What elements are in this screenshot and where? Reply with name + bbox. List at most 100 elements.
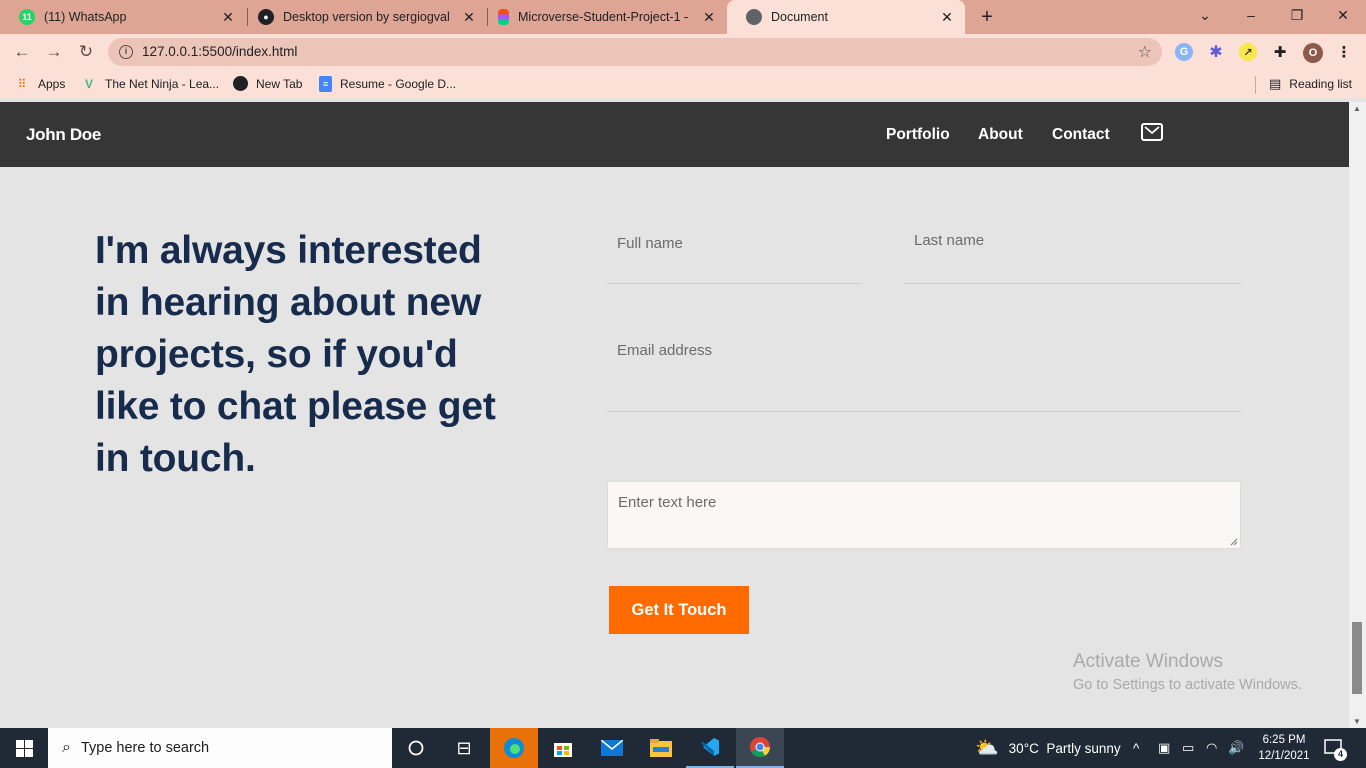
tab-whatsapp[interactable]: 11 (11) WhatsApp ✕ — [0, 0, 246, 34]
cortana-icon[interactable] — [392, 728, 440, 768]
nav-contact[interactable]: Contact — [1052, 126, 1110, 144]
email-input[interactable] — [617, 342, 1188, 359]
bookmark-apps[interactable]: ⠿ Apps — [14, 76, 66, 92]
file-explorer-icon[interactable] — [637, 728, 685, 768]
forward-icon[interactable]: → — [44, 42, 64, 62]
site-info-icon[interactable]: i — [119, 45, 133, 59]
watermark-subtitle: Go to Settings to activate Windows. — [1073, 677, 1302, 693]
bookmark-star-icon[interactable]: ☆ — [1138, 42, 1152, 62]
site-header: John Doe Portfolio About Contact — [0, 102, 1349, 167]
meet-now-icon[interactable]: ▣ — [1158, 728, 1170, 768]
tab-title: Microverse-Student-Project-1 – F — [518, 10, 688, 24]
nav-portfolio[interactable]: Portfolio — [886, 126, 950, 144]
tab-title: Desktop version by sergiogval · P — [283, 10, 453, 24]
globe-icon — [746, 9, 762, 25]
browser-tab-strip: 11 (11) WhatsApp ✕ ● Desktop version by … — [0, 0, 1366, 34]
mail-icon[interactable] — [1141, 123, 1163, 141]
bookmarks-bar: ⠿ Apps V The Net Ninja - Lea... New Tab … — [0, 70, 1366, 98]
new-tab-button[interactable]: + — [976, 6, 998, 29]
weather-text: 30°C Partly sunny — [1008, 740, 1121, 756]
kebab-menu-icon[interactable]: ⋮ — [1335, 43, 1353, 61]
windows-taskbar: ⌕ ⊟ ⛅ 30°C Partly sunny ^ ▣ ▭ ◠ 🔊 6:25 P… — [0, 728, 1366, 768]
show-hidden-icons[interactable]: ^ — [1133, 728, 1139, 768]
message-field[interactable] — [607, 481, 1241, 549]
system-clock[interactable]: 6:25 PM 12/1/2021 — [1256, 732, 1312, 764]
bookmark-new-tab[interactable]: New Tab — [233, 76, 302, 91]
activate-windows-watermark: Activate Windows Go to Settings to activ… — [1073, 651, 1302, 693]
first-name-input[interactable] — [617, 235, 846, 252]
close-tab-icon[interactable]: ✕ — [939, 9, 955, 25]
clock-time: 6:25 PM — [1262, 734, 1306, 746]
tab-document[interactable]: Document ✕ — [727, 0, 965, 34]
scroll-up-icon[interactable]: ▲ — [1353, 104, 1361, 113]
close-tab-icon[interactable]: ✕ — [701, 9, 717, 25]
page-viewport: John Doe Portfolio About Contact I'm alw… — [0, 102, 1349, 728]
puzzle-extensions-icon[interactable]: ✚ — [1271, 43, 1289, 61]
brand-logo[interactable]: John Doe — [26, 125, 101, 145]
snowflake-extension-icon[interactable]: ✱ — [1207, 43, 1225, 61]
close-tab-icon[interactable]: ✕ — [461, 9, 477, 25]
bookmark-resume[interactable]: ≡ Resume - Google D... — [319, 76, 456, 92]
minimize-button[interactable]: – — [1228, 0, 1274, 30]
bookmark-label: Apps — [38, 77, 66, 91]
notification-count: 4 — [1334, 748, 1347, 761]
scrollbar-thumb[interactable] — [1352, 622, 1362, 694]
reading-list-label: Reading list — [1289, 77, 1352, 91]
nav-about[interactable]: About — [978, 126, 1023, 144]
tab-github[interactable]: ● Desktop version by sergiogval · P ✕ — [239, 0, 487, 34]
chrome-taskbar-icon[interactable] — [736, 728, 784, 768]
figma-icon — [498, 9, 509, 25]
first-name-field[interactable] — [607, 219, 861, 284]
reading-list-button[interactable]: ▤ Reading list — [1269, 76, 1352, 92]
tab-search-icon[interactable]: ⌄ — [1182, 0, 1228, 30]
vscode-taskbar-icon[interactable] — [686, 728, 734, 768]
bookmark-net-ninja[interactable]: V The Net Ninja - Lea... — [81, 76, 219, 92]
close-tab-icon[interactable]: ✕ — [220, 9, 236, 25]
task-view-icon[interactable]: ⊟ — [440, 728, 488, 768]
volume-icon[interactable]: 🔊 — [1228, 728, 1244, 768]
notifications-icon[interactable]: 4 — [1324, 728, 1347, 768]
tab-figma[interactable]: Microverse-Student-Project-1 – F ✕ — [479, 0, 727, 34]
taskbar-search-input[interactable] — [80, 740, 361, 756]
github-icon: ● — [258, 9, 274, 25]
submit-button[interactable]: Get It Touch — [609, 586, 749, 634]
message-textarea[interactable] — [608, 482, 1240, 548]
restore-button[interactable]: ❐ — [1274, 0, 1320, 30]
clock-date: 12/1/2021 — [1258, 750, 1310, 762]
resize-handle-icon[interactable] — [1230, 538, 1238, 546]
google-docs-icon: ≡ — [319, 76, 332, 92]
browser-toolbar: ← → ↻ i 127.0.0.1:5500/index.html ☆ G ✱ … — [0, 34, 1366, 70]
windows-start-icon[interactable] — [0, 728, 48, 768]
search-icon: ⌕ — [62, 739, 71, 756]
wifi-icon[interactable]: ◠ — [1206, 728, 1217, 768]
profile-avatar[interactable]: O — [1303, 43, 1323, 63]
reload-icon[interactable]: ↻ — [76, 42, 96, 62]
email-field[interactable] — [607, 326, 1241, 412]
battery-icon[interactable]: ▭ — [1182, 728, 1194, 768]
reading-list-icon: ▤ — [1269, 76, 1282, 91]
close-window-button[interactable]: ✕ — [1320, 0, 1366, 30]
bookmark-label: New Tab — [256, 76, 303, 91]
vue-icon: V — [84, 77, 93, 91]
last-name-field[interactable] — [904, 219, 1241, 284]
lightning-extension-icon[interactable]: ↗ — [1239, 43, 1257, 61]
vertical-scrollbar[interactable]: ▲ ▼ — [1349, 102, 1366, 728]
tab-title: Document — [771, 10, 828, 24]
partly-sunny-icon: ⛅ — [975, 738, 999, 759]
url-text: 127.0.0.1:5500/index.html — [142, 44, 298, 59]
last-name-input[interactable] — [914, 232, 1218, 249]
whatsapp-icon: 11 — [19, 9, 35, 25]
apps-grid-icon: ⠿ — [17, 77, 27, 91]
grammarly-extension-icon[interactable]: G — [1175, 43, 1193, 61]
weather-widget[interactable]: ⛅ 30°C Partly sunny — [975, 728, 1121, 768]
watermark-title: Activate Windows — [1073, 651, 1223, 672]
edge-taskbar-icon[interactable] — [490, 728, 538, 768]
address-bar[interactable]: i 127.0.0.1:5500/index.html ☆ — [108, 38, 1162, 66]
microsoft-store-icon[interactable] — [539, 728, 587, 768]
contact-headline: I'm always interested in hearing about n… — [95, 229, 496, 480]
scroll-down-icon[interactable]: ▼ — [1353, 717, 1361, 726]
taskbar-search[interactable]: ⌕ — [48, 728, 392, 768]
bookmark-label: Resume - Google D... — [340, 77, 457, 91]
mail-app-icon[interactable] — [588, 728, 636, 768]
back-icon[interactable]: ← — [12, 42, 32, 62]
